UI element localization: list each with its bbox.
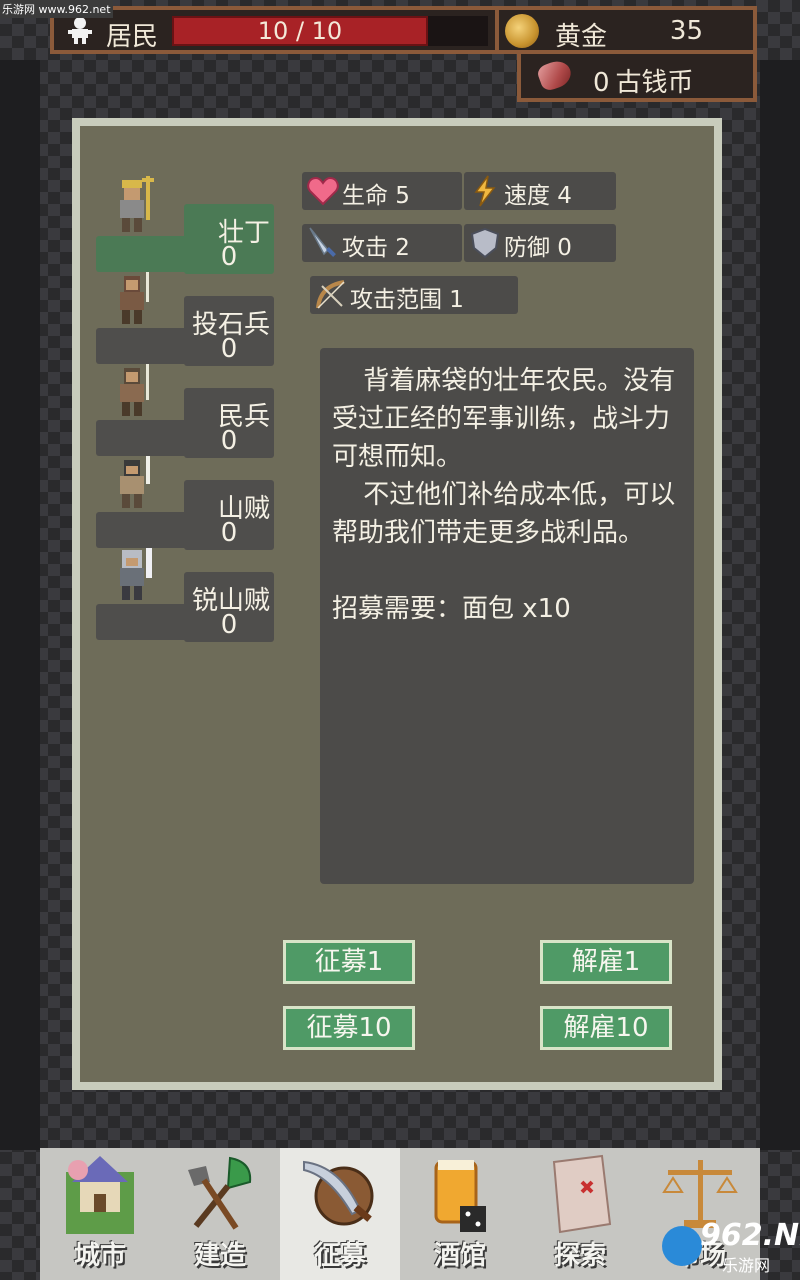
watermark-text: 乐游网 www.962.net (0, 0, 113, 18)
stat-hp: 生命 5 (302, 172, 462, 210)
nav-tab-build[interactable]: 建造 (160, 1148, 280, 1280)
slinger-sprite-icon (120, 272, 149, 324)
stat-attack-text: 攻击 2 (342, 235, 410, 261)
tavern-icon (434, 1160, 486, 1232)
resident-icon (68, 17, 92, 44)
unit-item-militia[interactable]: 民兵 0 (96, 364, 276, 458)
heart-icon (307, 176, 339, 206)
peasant-sprite-icon (120, 176, 154, 232)
build-icon (188, 1156, 252, 1230)
residents-label: 居民 (106, 22, 159, 52)
ancient-coin-label: 古钱币 (615, 68, 694, 98)
shield-icon (470, 227, 500, 259)
nav-label: 城市 (73, 1241, 126, 1271)
militia-sprite-icon (120, 364, 149, 416)
stat-speed: 速度 4 (464, 172, 616, 210)
unit-description: 背着麻袋的壮年农民。没有受过正经的军事训练，战斗力可想而知。 不过他们补给成本低… (320, 348, 694, 884)
recruit-requirement: 招募需要：面包 x10 (332, 594, 571, 624)
stat-range: 攻击范围 1 (310, 276, 518, 314)
unit-item-bandit[interactable]: 山贼 0 (96, 456, 276, 550)
watermark-logo-sub: 乐游网 (722, 1256, 771, 1275)
lightning-icon (474, 175, 496, 207)
nav-label: 酒馆 (433, 1241, 486, 1271)
watermark-logo-icon (662, 1226, 702, 1266)
stat-defense: 防御 0 (464, 224, 616, 262)
nav-tab-tavern[interactable]: 酒馆 (400, 1148, 520, 1280)
nav-tab-recruit[interactable]: 征募 (280, 1148, 400, 1280)
bottom-nav: 城市 建造 征募 酒馆 探索 市场 (40, 1148, 760, 1280)
recruit-panel-inner: 壮丁 0 投石兵 0 民兵 0 山贼 0 锐山贼 0 生命 5 速度 4 攻击 … (80, 126, 714, 1082)
recruit-icon (303, 1160, 374, 1226)
stat-range-text: 攻击范围 1 (350, 287, 464, 313)
recruit-panel: 壮丁 0 投石兵 0 民兵 0 山贼 0 锐山贼 0 生命 5 速度 4 攻击 … (72, 118, 722, 1090)
ancient-coin-icon (535, 57, 575, 93)
bow-icon (316, 280, 345, 309)
unit-count: 0 (220, 334, 238, 364)
unit-item-elite-bandit[interactable]: 锐山贼 0 (96, 548, 276, 642)
stat-hp-text: 生命 5 (342, 183, 410, 209)
nav-label: 征募 (313, 1241, 366, 1271)
stat-attack: 攻击 2 (302, 224, 462, 262)
residents-box: 居民 10 / 10 (50, 6, 522, 54)
gold-box: 黄金 35 (495, 6, 757, 54)
right-frame (760, 60, 800, 1150)
gold-value: 35 (669, 16, 703, 46)
gold-label: 黄金 (555, 22, 608, 52)
nav-tab-explore[interactable]: 探索 (520, 1148, 640, 1280)
recruit-1-button[interactable]: 征募1 (283, 940, 415, 984)
ancient-coin-text: 0 古钱币 (593, 62, 700, 99)
ancient-coin-box: 0 古钱币 (517, 50, 757, 102)
unit-item-slinger[interactable]: 投石兵 0 (96, 272, 276, 366)
unit-count: 0 (220, 242, 238, 272)
resource-bar: 居民 10 / 10 黄金 35 0 古钱币 (40, 0, 760, 104)
dismiss-10-button[interactable]: 解雇10 (540, 1006, 672, 1050)
residents-bar: 10 / 10 (172, 16, 428, 46)
nav-label: 建造 (193, 1241, 246, 1271)
unit-count: 0 (220, 518, 238, 548)
bandit-sprite-icon (120, 456, 150, 508)
unit-count: 0 (220, 610, 238, 640)
watermark-logo-text: 962.NET (700, 1218, 800, 1253)
description-paragraph-2: 不过他们补给成本低，可以帮助我们带走更多战利品。 (332, 480, 676, 548)
unit-item-zhuangding[interactable]: 壮丁 0 (96, 176, 276, 274)
stat-speed-text: 速度 4 (504, 183, 572, 209)
gold-coin-icon (505, 14, 539, 48)
stat-defense-text: 防御 0 (504, 235, 572, 261)
nav-tab-city[interactable]: 城市 (40, 1148, 160, 1280)
elite-bandit-sprite-icon (120, 548, 152, 600)
sword-icon (309, 227, 336, 257)
dismiss-1-button[interactable]: 解雇1 (540, 940, 672, 984)
left-frame (0, 60, 40, 1150)
recruit-10-button[interactable]: 征募10 (283, 1006, 415, 1050)
explore-map-icon (552, 1154, 612, 1234)
nav-label: 探索 (553, 1241, 606, 1271)
residents-bar-track (428, 16, 488, 46)
ancient-coin-value: 0 (593, 68, 610, 98)
description-paragraph-1: 背着麻袋的壮年农民。没有受过正经的军事训练，战斗力可想而知。 (332, 366, 676, 472)
unit-count: 0 (220, 426, 238, 456)
city-icon (66, 1156, 134, 1234)
watermark-logo: 962.NET 乐游网 (662, 1218, 800, 1275)
